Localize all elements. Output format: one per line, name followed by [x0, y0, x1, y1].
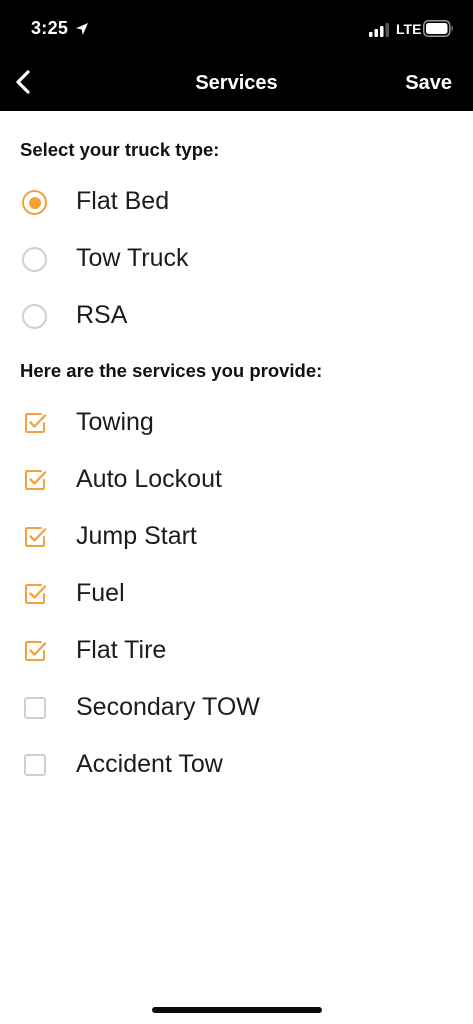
service-item-flat-tire[interactable]: Flat Tire — [0, 626, 473, 676]
checkbox[interactable] — [23, 696, 47, 720]
service-item-label: Flat Tire — [76, 636, 167, 664]
service-item-label: Auto Lockout — [76, 465, 222, 493]
service-item-towing[interactable]: Towing — [0, 398, 473, 448]
truck-option-rsa[interactable]: RSA — [0, 291, 473, 341]
signal-icon — [369, 23, 389, 37]
services-heading: Here are the services you provide: — [20, 360, 323, 381]
checkbox[interactable] — [23, 525, 47, 549]
page-title: Services — [195, 72, 278, 94]
service-item-fuel[interactable]: Fuel — [0, 569, 473, 619]
truck-option-label: Flat Bed — [76, 187, 170, 215]
status-time: 3:25 — [31, 18, 69, 38]
network-label: LTE — [396, 21, 422, 37]
truck-option-flat-bed[interactable]: Flat Bed — [0, 177, 473, 227]
nav-bar: Services Save — [0, 58, 473, 111]
service-item-jump-start[interactable]: Jump Start — [0, 512, 473, 562]
service-item-auto-lockout[interactable]: Auto Lockout — [0, 455, 473, 505]
checkbox[interactable] — [23, 582, 47, 606]
location-arrow-icon — [75, 22, 89, 36]
status-bar: 3:25 LTE — [0, 0, 473, 58]
battery-icon — [423, 20, 454, 37]
service-item-accident-tow[interactable]: Accident Tow — [0, 740, 473, 790]
save-button[interactable]: Save — [405, 72, 452, 95]
service-item-label: Jump Start — [76, 522, 197, 550]
radio-button[interactable] — [22, 304, 47, 329]
checkbox[interactable] — [23, 468, 47, 492]
checkbox[interactable] — [23, 753, 47, 777]
checkbox[interactable] — [23, 639, 47, 663]
service-item-label: Towing — [76, 408, 154, 436]
home-indicator — [152, 1007, 322, 1013]
service-item-secondary-tow[interactable]: Secondary TOW — [0, 683, 473, 733]
radio-button[interactable] — [22, 190, 47, 215]
truck-option-label: RSA — [76, 301, 128, 329]
service-item-label: Accident Tow — [76, 750, 223, 778]
checkbox[interactable] — [23, 411, 47, 435]
service-item-label: Secondary TOW — [76, 693, 260, 721]
service-item-label: Fuel — [76, 579, 125, 607]
truck-option-label: Tow Truck — [76, 244, 189, 272]
truck-type-heading: Select your truck type: — [20, 139, 220, 160]
radio-button[interactable] — [22, 247, 47, 272]
truck-option-tow-truck[interactable]: Tow Truck — [0, 234, 473, 284]
